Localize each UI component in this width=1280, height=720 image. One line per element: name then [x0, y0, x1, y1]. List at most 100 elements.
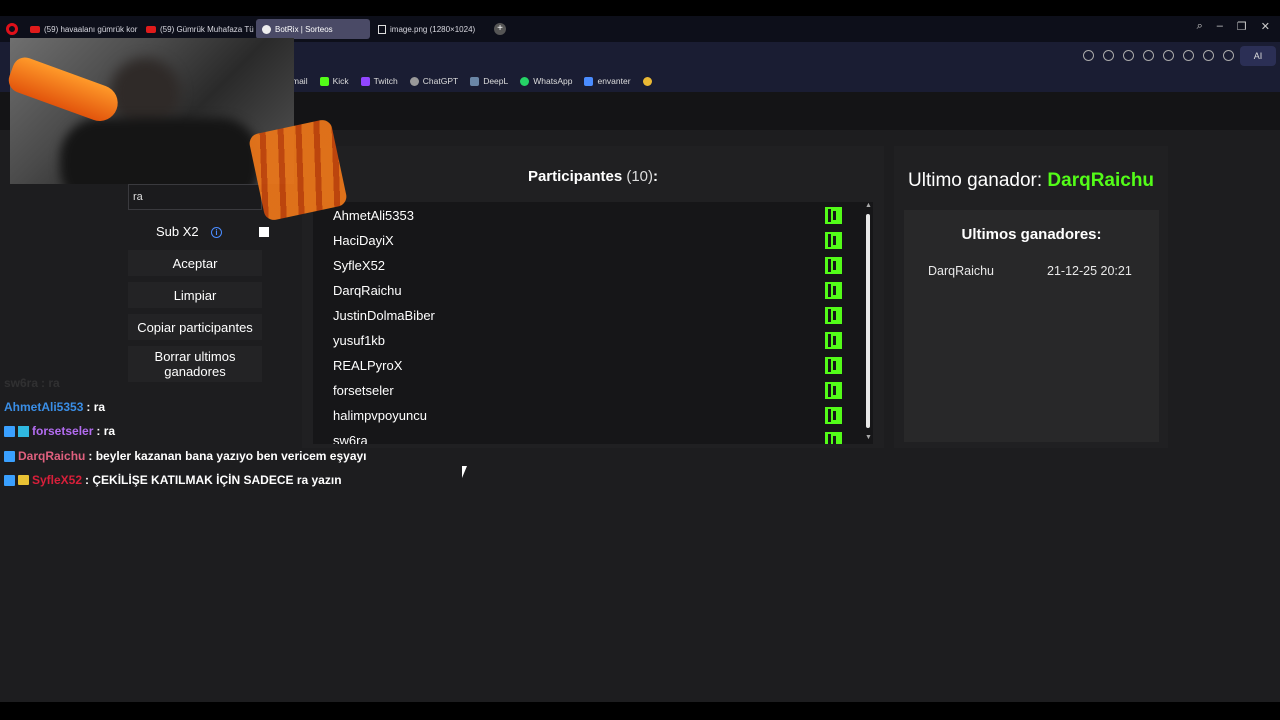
clear-button[interactable]: Limpiar: [128, 282, 262, 308]
kick-icon: [825, 257, 842, 274]
participant-row: SyfleX52: [333, 258, 386, 273]
ai-button[interactable]: AI: [1240, 46, 1276, 66]
bookmark-chatgpt[interactable]: ChatGPT: [409, 76, 459, 86]
kick-icon: [825, 432, 842, 444]
opera-logo-icon[interactable]: [6, 23, 18, 35]
zoom-icon[interactable]: [1083, 50, 1094, 61]
soda-bottles-sticker: [247, 118, 349, 222]
last-winner-line: Ultimo ganador: DarqRaichu: [908, 170, 1154, 192]
camera-icon[interactable]: [1103, 50, 1114, 61]
bookmark-label: Kick: [332, 76, 349, 86]
menu-icon[interactable]: [1203, 50, 1214, 61]
chat-username: SyfleX52: [32, 473, 83, 487]
participant-row: sw6ra: [333, 433, 368, 444]
participants-title-label: Participantes: [527, 168, 623, 185]
chatgpt-icon: [409, 76, 419, 86]
accept-button[interactable]: Aceptar: [128, 250, 262, 276]
info-icon[interactable]: i: [211, 227, 222, 238]
window-controls: ⌕ – ❐ ✕: [1197, 20, 1270, 33]
sub-x2-checkbox[interactable]: [259, 227, 269, 237]
chat-text: : ra: [96, 424, 116, 438]
download-icon[interactable]: [1183, 50, 1194, 61]
whatsapp-icon: [520, 76, 530, 86]
bookmark-label: ChatGPT: [422, 76, 459, 86]
participants-list[interactable]: AhmetAli5353 HaciDayiX SyfleX52 DarqRaic…: [313, 202, 873, 444]
participants-colon: :: [653, 168, 659, 185]
bookmark-label: envanter: [597, 76, 631, 86]
restore-icon[interactable]: ❐: [1237, 20, 1247, 33]
participant-row: AhmetAli5353: [333, 208, 414, 223]
bookmark-label: Twitch: [373, 76, 398, 86]
minimize-icon[interactable]: –: [1217, 20, 1223, 33]
kick-icon: [319, 76, 329, 86]
shield-icon[interactable]: [1123, 50, 1134, 61]
last-winner-label: Ultimo ganador:: [908, 170, 1043, 191]
last-winner-name: DarqRaichu: [1047, 170, 1155, 191]
scrollbar-thumb[interactable]: [866, 214, 870, 428]
last-winners-box: [904, 210, 1159, 442]
crown-badge-icon: [18, 475, 29, 485]
tab-label: image.png (1280×1024): [390, 24, 476, 34]
heart-icon[interactable]: [1163, 50, 1174, 61]
participants-count: (10): [626, 168, 654, 185]
chat-username: sw6ra: [4, 376, 39, 390]
webcam-overlay: [10, 38, 294, 184]
kick-icon: [825, 307, 842, 324]
search-icon[interactable]: ⌕: [1197, 20, 1203, 33]
keyword-input[interactable]: [128, 184, 262, 210]
bookmark-whatsapp[interactable]: WhatsApp: [520, 76, 572, 86]
participant-row: JustinDolmaBiber: [333, 308, 435, 323]
delete-winners-button[interactable]: Borrar ultimos ganadores: [128, 346, 262, 382]
tab-label: (59) havaalanı gümrük kor: [44, 24, 138, 34]
emoji-icon: [642, 76, 652, 86]
subscriber-badge-icon: [18, 425, 29, 437]
youtube-icon: [146, 25, 156, 33]
new-tab-button[interactable]: +: [494, 23, 506, 35]
participants-title: Participantes (10):: [302, 168, 884, 185]
participant-row: yusuf1kb: [333, 333, 386, 348]
bookmark-label: WhatsApp: [533, 76, 573, 86]
bookmark-kick[interactable]: Kick: [319, 76, 349, 86]
kick-icon: [825, 332, 842, 349]
participant-row: halimpvpoyuncu: [333, 408, 427, 423]
participant-row: forsetseler: [333, 383, 394, 398]
verified-badge-icon: [4, 474, 15, 486]
close-icon[interactable]: ✕: [1261, 20, 1270, 33]
chat-username: forsetseler: [32, 424, 94, 438]
copy-participants-button[interactable]: Copiar participantes: [128, 314, 262, 340]
address-bar-icons: [1083, 50, 1234, 61]
chat-message: AhmetAli5353: ra: [4, 400, 105, 414]
chat-text: : ra: [41, 376, 60, 390]
profile-icon[interactable]: [1223, 50, 1234, 61]
verified-badge-icon: [4, 425, 15, 437]
bookmark-deepl[interactable]: DeepL: [470, 76, 508, 86]
image-icon: [378, 24, 386, 34]
tab-botrix[interactable]: BotRix | Sorteos: [256, 19, 370, 39]
twitch-icon: [360, 76, 370, 86]
chat-username: AhmetAli5353: [4, 400, 84, 414]
chat-message: sw6ra: ra: [4, 376, 60, 390]
last-winners-title: Ultimos ganadores:: [961, 226, 1102, 243]
chat-text: : ra: [86, 400, 106, 414]
bookmark-twitch[interactable]: Twitch: [360, 76, 398, 86]
winner-row-name: DarqRaichu: [928, 264, 995, 278]
chat-username: DarqRaichu: [18, 449, 86, 463]
participant-row: HaciDayiX: [333, 233, 394, 248]
kick-icon: [825, 357, 842, 374]
tab-youtube-1[interactable]: (59) havaalanı gümrük kor: [24, 19, 138, 39]
bookmark-envanter[interactable]: envanter: [584, 76, 631, 86]
scroll-up-icon[interactable]: ▲: [865, 202, 872, 209]
tab-label: BotRix | Sorteos: [275, 24, 333, 34]
scroll-down-icon[interactable]: ▼: [865, 434, 872, 441]
mouse-cursor-icon: [462, 466, 467, 478]
tab-image[interactable]: image.png (1280×1024): [372, 19, 486, 39]
bookmark-mail[interactable]: mail: [292, 76, 308, 86]
sub-x2-label: Sub X2: [156, 224, 199, 239]
kick-icon: [825, 282, 842, 299]
youtube-icon: [30, 25, 40, 33]
participants-scrollbar[interactable]: ▲ ▼: [865, 202, 872, 441]
bookmark-emoji[interactable]: [642, 76, 652, 86]
tab-youtube-2[interactable]: (59) Gümrük Muhafaza Tü: [140, 19, 254, 39]
kick-icon: [825, 232, 842, 249]
extensions-icon[interactable]: [1143, 50, 1154, 61]
